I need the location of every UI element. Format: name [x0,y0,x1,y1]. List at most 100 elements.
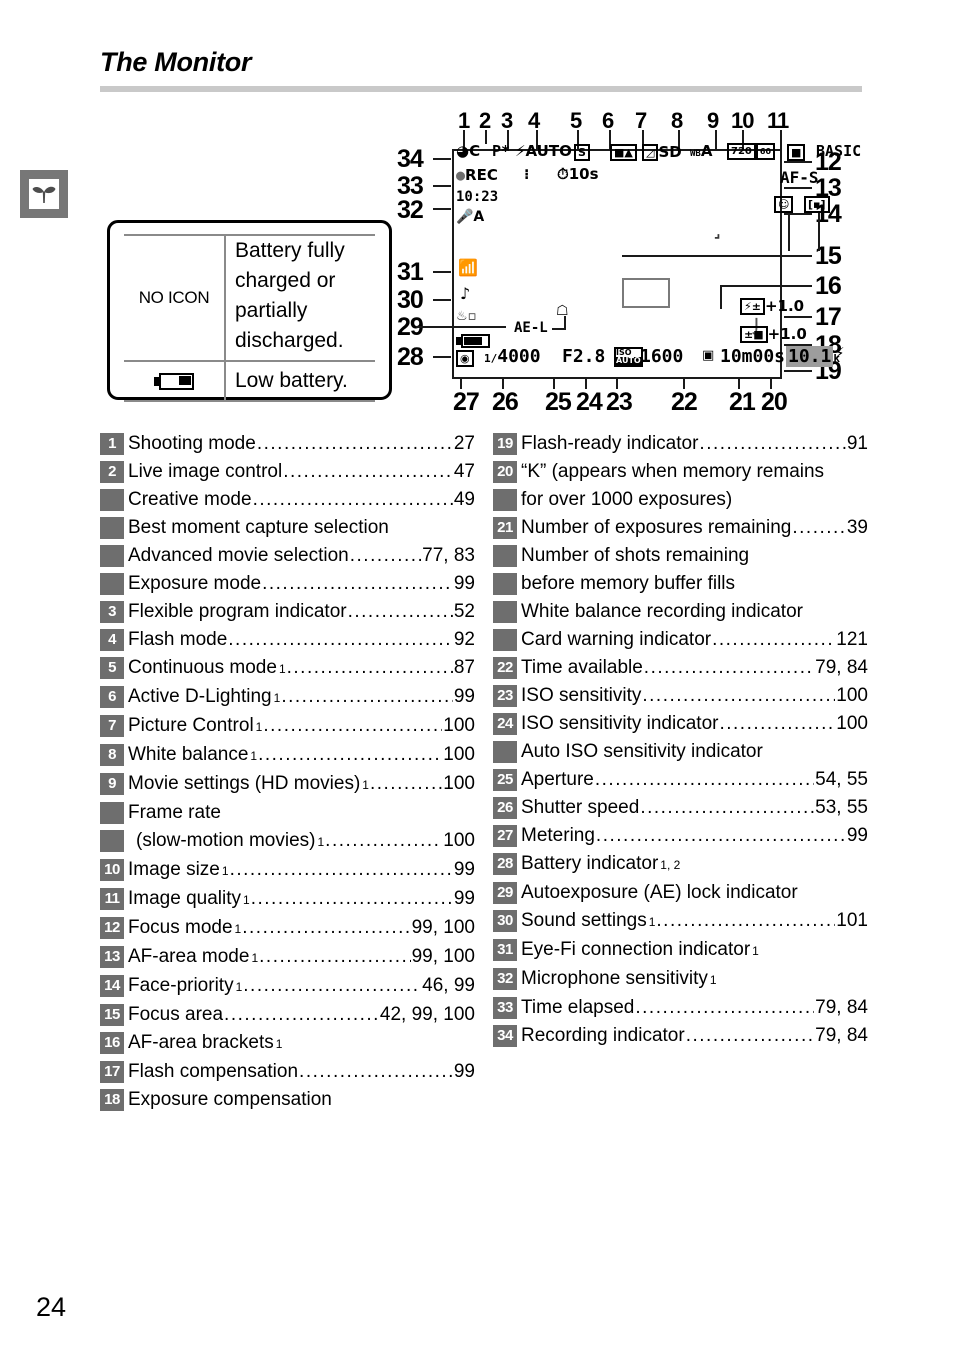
leader-line [683,377,685,389]
index-entry-label: Metering [521,825,595,846]
index-entry-text: Image quality 1..........................… [124,885,475,914]
index-entry-page: 99 [453,573,475,594]
index-entry-label: Flash compensation [128,1061,299,1082]
callout-22: 22 [671,388,698,416]
index-number-badge: 28 [493,853,517,875]
index-number-badge: 10 [100,859,124,881]
index-entry-text: Number of shots remaining [517,542,868,570]
index-entry-label: Active D-Lighting [128,686,272,707]
index-entry-label: Eye-Fi connection indicator [521,939,751,960]
callout-31: 31 [397,258,424,286]
index-entry-text: before memory buffer fills [517,570,868,598]
index-entry-page: 100 [836,713,868,734]
osd-aperture: F2.8 [562,346,606,367]
osd-af-area-brackets-icon: ⁝ [524,167,530,183]
leader-line [433,299,451,301]
index-entry-text: Card warning indicator..................… [517,626,868,654]
index-entry-page: 99 [846,825,868,846]
callout-17: 17 [815,303,842,331]
index-entry-label: ISO sensitivity [521,685,642,706]
index-number-badge: 25 [493,769,517,791]
index-entry: 16 AF-area brackets 1 [100,1029,475,1058]
index-entry: 3 Flexible program indicator.............… [100,598,475,626]
index-entry-text: Shutter speed ..........................… [517,794,868,822]
index-entry-page: 100 [836,685,868,706]
index-entry-label: Face-priority [128,975,234,996]
index-entry-page: 91 [846,433,868,454]
index-entry-footnote-marker: 1 [234,922,242,936]
index-entry-text: Shooting mode...........................… [124,430,475,458]
index-entry-text: AF-area mode1...........................… [124,943,475,972]
index-entry: 18 Exposure compensation [100,1086,475,1114]
index-number-badge: 29 [493,882,517,904]
index-leader-dots: ........................................… [250,888,453,909]
index-entry-text: ISO sensitivity ........................… [517,682,868,710]
index-entry: 19 Flash-ready indicator.................… [493,430,868,458]
osd-speaker-icons: ♨▫ [456,309,477,324]
index-entry-label: Best moment capture selection [128,517,389,538]
index-number-badge: 18 [100,1089,124,1111]
index-entry-text: Face-priority 1..........................… [124,972,475,1001]
index-entry-text: Exposure mode...........................… [124,570,475,598]
index-number-badge: 21 [493,517,517,539]
index-leader-dots: ........................................… [656,910,835,931]
table-row: Low battery. [124,362,375,400]
index-number-badge-continuation [100,830,124,852]
leader-line [564,316,566,329]
index-entry-text: Focus area..............................… [124,1001,475,1029]
index-entry-page: 92 [453,629,475,650]
index-entry-footnote-marker: 1 [275,1037,283,1051]
index-entry-label: Live image control [128,461,283,482]
index-entry-footnote-marker: 1 [273,691,281,705]
index-entry-footnote-marker: 1 [235,980,243,994]
index-leader-dots: ........................................… [685,1025,815,1046]
index-entry-label: Number of exposures remaining [521,517,792,538]
chapter-tab-icon [20,170,68,218]
index-number-badge: 26 [493,797,517,819]
index-entry: 2 Live image control.....................… [100,458,475,486]
index-entry-label: Autoexposure (AE) lock indicator [521,882,798,903]
index-entry-page: 99 [453,686,475,707]
battery-state-description: Battery fully charged or partially disch… [235,239,345,352]
callout-16: 16 [815,272,842,300]
osd-time-elapsed: 10:23 [456,189,499,205]
leader-line [818,213,820,251]
index-leader-dots: ........................................… [228,629,453,650]
index-entry: 22 Time available........................… [493,654,868,682]
index-number-badge: 3 [100,601,124,623]
monitor-display-diagram: 1 2 3 4 5 6 7 8 9 10 11 34 33 32 31 30 2… [390,100,870,420]
index-entry: 33 Time elapsed..........................… [493,994,868,1022]
leader-line [770,377,772,389]
index-leader-dots: ........................................… [259,946,410,967]
leader-line [433,356,451,358]
index-number-badge: 24 [493,713,517,735]
index-entry-page: 100 [443,715,475,736]
index-column-left: 1 Shooting mode..........................… [100,430,475,1114]
index-leader-dots: ........................................… [229,859,453,880]
osd-sound-settings-icon: ♪ [460,284,471,303]
index-entry: 14 Face-priority 1........................… [100,972,475,1001]
index-entry-page: 99, 100 [411,917,475,938]
index-entry-page: 39 [846,517,868,538]
index-number-badge: 6 [100,686,124,708]
index-entry-page: 101 [836,910,868,931]
osd-active-d-lighting-icon: ■▲ [610,144,637,161]
index-number-badge: 19 [493,433,517,455]
index-entry-text: Image size 1.............................… [124,856,475,885]
index-number-badge: 17 [100,1061,124,1083]
osd-eye-fi-icon: 📶 [458,258,478,277]
index-leader-dots: ........................................… [224,1004,379,1025]
table-row: NO ICON Battery fully charged or partial… [124,236,375,360]
index-entry: Advanced movie selection ...............… [100,542,475,570]
index-entry-page: 27 [453,433,475,454]
index-entry-label: Sound settings [521,910,647,931]
index-entry-text: Continuous mode 1........................… [124,654,475,683]
index-number-badge: 14 [100,975,124,997]
index-entry-page: 54, 55 [815,769,868,790]
index-leader-dots: ........................................… [263,715,442,736]
index-leader-dots: ........................................… [635,997,814,1018]
osd-recording-indicator: ●REC [456,166,498,184]
index-entry-text: Sound settings 1.........................… [517,907,868,936]
index-number-badge: 5 [100,657,124,679]
index-leader-dots: ........................................… [283,461,453,482]
